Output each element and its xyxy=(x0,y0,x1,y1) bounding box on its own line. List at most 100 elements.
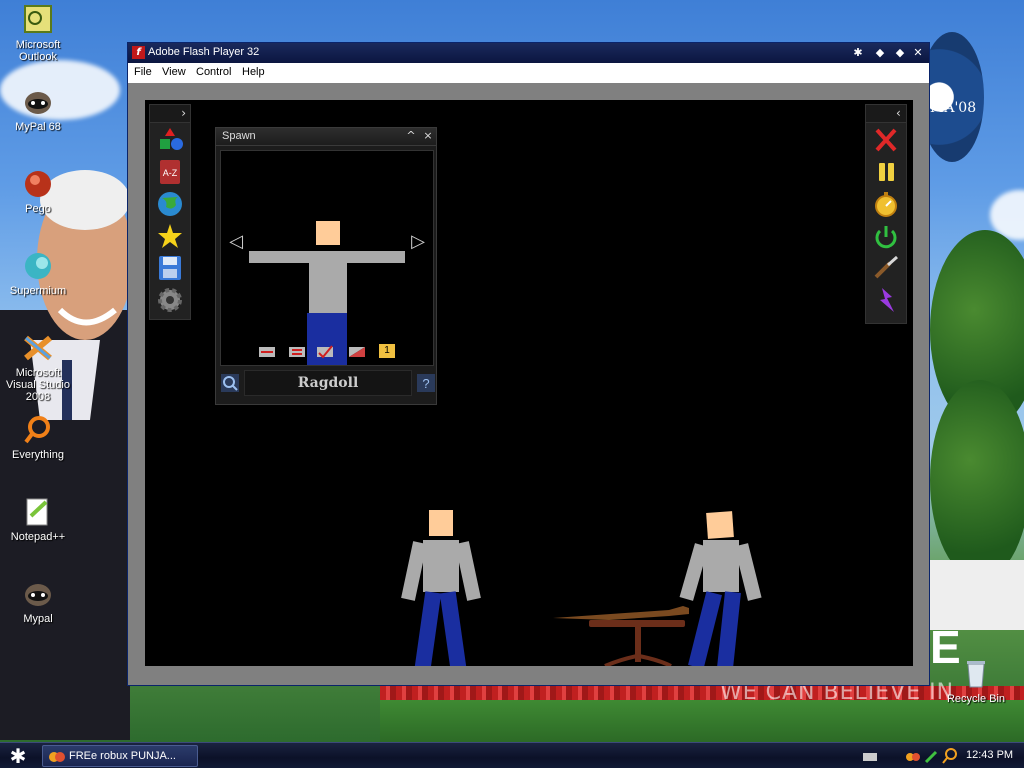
desktop-icon-notepadpp[interactable]: Notepad++ xyxy=(0,496,76,543)
desktop-icon-pego[interactable]: Pego xyxy=(0,168,76,215)
ragdoll-1-right-leg[interactable] xyxy=(439,591,467,666)
system-tray: 12:43 PM xyxy=(863,745,1024,767)
table-with-rifle[interactable] xyxy=(549,570,709,666)
close-panel-icon[interactable]: × xyxy=(421,129,435,143)
notepadpp-icon xyxy=(22,496,54,528)
stopwatch-icon[interactable] xyxy=(870,189,902,219)
globe-icon[interactable] xyxy=(154,189,186,219)
pause-icon[interactable] xyxy=(870,157,902,187)
option-count-badge[interactable]: 1 xyxy=(379,344,395,358)
spawn-preview: ◁ ▷ 1 xyxy=(220,150,434,366)
option-check-icon[interactable] xyxy=(317,344,333,359)
taskbar-item-label: FREe robux PUNJA... xyxy=(69,750,176,762)
option-swap-icon[interactable] xyxy=(289,344,305,358)
pego-icon xyxy=(22,168,54,200)
keyboard-icon[interactable] xyxy=(862,749,878,763)
desktop-icon-visual-studio[interactable]: Microsoft Visual Studio 2008 xyxy=(0,332,76,403)
desktop-icon-supermium[interactable]: Supermium xyxy=(0,250,76,297)
search-icon[interactable] xyxy=(942,748,958,764)
outlook-icon xyxy=(22,4,54,36)
right-toolbar-header[interactable]: ‹ xyxy=(866,105,906,123)
wallpaper-badge-text: MA'08 xyxy=(930,100,977,116)
shapes-icon[interactable] xyxy=(154,125,186,155)
flash-player-window[interactable]: f Adobe Flash Player 32 ✱ ◆ ◆ ✕ File Vie… xyxy=(127,42,930,686)
window-title: Adobe Flash Player 32 xyxy=(148,46,260,58)
everything-icon xyxy=(22,414,54,446)
desktop-icon-everything[interactable]: Everything xyxy=(0,414,76,461)
taskbar-item[interactable]: FREe robux PUNJA... xyxy=(42,745,198,767)
desktop-icon-outlook[interactable]: Microsoft Outlook xyxy=(0,4,76,63)
desktop-icon-label: Microsoft Outlook xyxy=(15,39,61,63)
clock[interactable]: 12:43 PM xyxy=(966,749,1013,761)
desktop-icon-label: MyPal 68 xyxy=(15,121,61,133)
delete-icon[interactable] xyxy=(870,125,902,155)
start-button[interactable]: ✱ xyxy=(4,745,32,767)
help-icon[interactable]: ? xyxy=(416,373,436,393)
pin-icon[interactable]: ✱ xyxy=(850,46,866,60)
spawn-item-selector[interactable]: Ragdoll xyxy=(244,370,412,396)
ragdoll-1-left-leg[interactable] xyxy=(414,591,442,666)
option-arrow-icon[interactable] xyxy=(259,344,275,358)
spawn-panel-header[interactable]: Spawn ^ × xyxy=(216,128,436,146)
maximize-icon[interactable]: ◆ xyxy=(892,46,908,60)
ragdoll-2-head[interactable] xyxy=(706,511,734,539)
desktop-icon-label: Supermium xyxy=(9,285,67,297)
search-icon[interactable] xyxy=(220,373,240,393)
mypal-icon xyxy=(22,578,54,610)
desktop-icon-label: Microsoft Visual Studio 2008 xyxy=(5,367,70,403)
desktop-icon-label: Everything xyxy=(12,449,64,461)
menu-help[interactable]: Help xyxy=(242,66,265,78)
close-icon[interactable]: ✕ xyxy=(910,46,926,60)
visual-studio-icon xyxy=(22,332,54,364)
desktop-icon-mypal68[interactable]: MyPal 68 xyxy=(0,86,76,133)
mypal-icon xyxy=(22,86,54,118)
desktop-icon-label: Recycle Bin xyxy=(946,693,1006,705)
settings-icon[interactable] xyxy=(154,285,186,315)
expand-icon[interactable]: › xyxy=(181,106,186,120)
wallpaper-lawn xyxy=(380,700,1024,742)
minimize-icon[interactable]: ◆ xyxy=(872,46,888,60)
right-toolbar: ‹ xyxy=(865,104,907,324)
lightning-icon[interactable] xyxy=(870,285,902,315)
recycle-bin-icon xyxy=(960,658,992,690)
menu-bar: File View Control Help xyxy=(128,63,929,83)
app-icon xyxy=(49,749,65,765)
a-z-icon[interactable]: A-Z xyxy=(154,157,186,187)
desktop-icon-recycle-bin[interactable]: Recycle Bin xyxy=(938,658,1014,705)
supermium-icon xyxy=(22,250,54,282)
desktop-icon-mypal[interactable]: Mypal xyxy=(0,578,76,625)
collapse-icon[interactable]: ‹ xyxy=(896,106,901,120)
svg-text:?: ? xyxy=(422,376,429,391)
next-item-icon[interactable]: ▷ xyxy=(409,233,427,251)
left-toolbar-header[interactable]: › xyxy=(150,105,190,123)
ragdoll-1-head[interactable] xyxy=(429,510,453,536)
menu-file[interactable]: File xyxy=(134,66,152,78)
star-icon[interactable] xyxy=(154,221,186,251)
menu-control[interactable]: Control xyxy=(196,66,231,78)
option-flag-icon[interactable] xyxy=(349,344,365,358)
window-titlebar[interactable]: f Adobe Flash Player 32 ✱ ◆ ◆ ✕ xyxy=(128,43,929,63)
table-top[interactable] xyxy=(589,620,685,627)
save-icon[interactable] xyxy=(154,253,186,283)
ragdoll-1-torso[interactable] xyxy=(423,540,459,592)
knife-icon[interactable] xyxy=(870,253,902,283)
spawn-panel: Spawn ^ × ◁ ▷ 1 Ragdoll ? xyxy=(215,127,437,405)
desktop-icon-label: Notepad++ xyxy=(10,531,66,543)
rifle[interactable] xyxy=(553,606,689,620)
menu-view[interactable]: View xyxy=(162,66,186,78)
desktop-icon-label: Mypal xyxy=(23,613,53,625)
desktop: MA'08 E WE CAN BELIEVE IN Microsoft Outl… xyxy=(0,0,1024,742)
ragdoll-2-right-leg[interactable] xyxy=(717,591,741,666)
flash-icon: f xyxy=(132,46,145,59)
selected-item-name: Ragdoll xyxy=(297,375,359,391)
taskbar: ✱ FREe robux PUNJA... 12:43 PM xyxy=(0,742,1024,768)
desktop-icon-label: Pego xyxy=(25,203,51,215)
power-icon[interactable] xyxy=(870,221,902,251)
a-z-text: A-Z xyxy=(163,168,178,178)
safely-remove-icon[interactable] xyxy=(924,749,938,764)
collapse-panel-icon[interactable]: ^ xyxy=(404,129,418,143)
network-icon[interactable] xyxy=(906,749,920,763)
preview-ragdoll-head xyxy=(316,221,340,245)
game-stage[interactable]: › A-Z ‹ Spawn ^ × ◁ ▷ 1 Ragdoll ? xyxy=(145,100,913,666)
prev-item-icon[interactable]: ◁ xyxy=(227,233,245,251)
